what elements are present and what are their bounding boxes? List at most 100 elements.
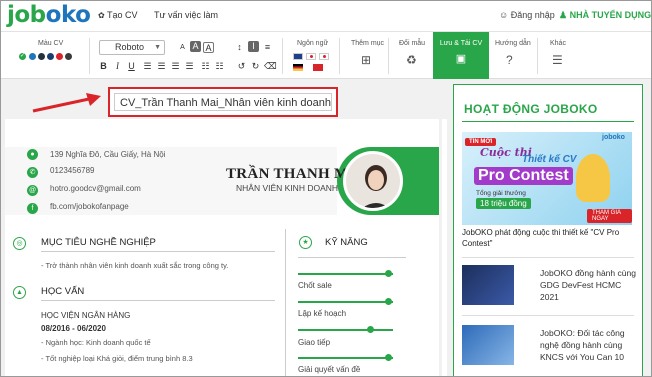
red-arrow-annotation (32, 93, 101, 113)
employer-link[interactable]: ♟ NHÀ TUYỂN DỤNG (559, 10, 651, 21)
objective-title[interactable]: MỤC TIÊU NGHỀ NGHIỆP (41, 237, 156, 248)
contact-facebook[interactable]: fb.com/jobokofanpage (50, 202, 129, 211)
banner-join-button[interactable]: THAM GIA NGAY (587, 209, 632, 223)
new-tag: TIN MỚI (465, 138, 497, 146)
education-major[interactable]: - Ngành học: Kinh doanh quốc tế (41, 338, 151, 347)
flag-korea-icon[interactable] (306, 53, 316, 60)
login-label: Đăng nhập (510, 10, 555, 20)
skills-title[interactable]: KỸ NĂNG (325, 237, 368, 248)
cv-title-input[interactable]: CV_Trần Thanh Mai_Nhân viên kinh doanh (114, 93, 332, 111)
skill-bar (298, 329, 393, 331)
bold-button[interactable]: B (98, 61, 109, 72)
contact-email[interactable]: hotro.goodcv@gmail.com (50, 184, 141, 193)
skill-label[interactable]: Chốt sale (298, 281, 332, 290)
skill-bar (298, 273, 393, 275)
skill-bar (298, 357, 393, 359)
panel-divider (462, 315, 634, 316)
menu-icon[interactable]: ☰ (552, 53, 563, 67)
font-select[interactable]: Roboto ▼ (99, 40, 165, 55)
cv-position[interactable]: NHÂN VIÊN KINH DOANH (236, 183, 338, 193)
align-center-icon[interactable]: ☰ (156, 61, 167, 72)
banner-heading-2: Thiết kế CV (522, 154, 577, 165)
plus-box-icon[interactable]: ⊞ (361, 53, 371, 67)
user-tie-icon: ♟ (559, 10, 568, 20)
skill-label[interactable]: Lập kế hoạch (298, 309, 346, 318)
flag-germany-icon[interactable] (293, 64, 303, 71)
cv-contest-banner[interactable]: TIN MỚI joboko Cuộc thi Thiết kế CV Pro … (462, 132, 632, 225)
news-title[interactable]: JobOKO: Đối tác công nghệ đồng hành cùng… (540, 327, 636, 363)
email-icon: @ (27, 185, 38, 196)
font-size-large-button[interactable]: A (190, 41, 201, 52)
change-template-label: Đổi mẫu (399, 40, 426, 47)
align-right-icon[interactable]: ☰ (170, 61, 181, 72)
align-justify-icon[interactable]: ☰ (184, 61, 195, 72)
flag-uk-icon[interactable] (293, 53, 303, 60)
target-icon: ◎ (13, 237, 26, 250)
color-swatch-red[interactable] (56, 53, 63, 60)
avatar[interactable] (343, 151, 403, 211)
user-icon: ☺ (499, 10, 509, 20)
education-period[interactable]: 08/2016 - 06/2020 (41, 324, 106, 333)
skill-label[interactable]: Giải quyết vấn đề (298, 365, 360, 374)
undo-icon[interactable]: ↺ (236, 61, 247, 72)
objective-text[interactable]: - Trở thành nhân viên kinh doanh xuất sắ… (41, 261, 228, 270)
floppy-disk-icon: ▣ (455, 53, 467, 65)
spacing-icon[interactable]: ≡ (262, 42, 273, 53)
education-title[interactable]: HỌC VẤN (41, 286, 84, 297)
color-swatch-black[interactable] (65, 53, 72, 60)
skill-bar (298, 301, 393, 303)
school-name[interactable]: HỌC VIỆN NGÂN HÀNG (41, 311, 130, 320)
joboko-logo[interactable]: joboko (7, 2, 91, 28)
save-download-button[interactable]: Lưu & Tải CV ▣ (433, 32, 489, 79)
color-label: Màu CV (38, 40, 64, 47)
color-swatch-darkblue[interactable] (47, 53, 54, 60)
login-link[interactable]: ☺ Đăng nhập (499, 10, 555, 20)
nav-career-advice[interactable]: Tư vấn việc làm (154, 10, 218, 20)
star-icon: ★ (299, 236, 312, 249)
line-height-icon[interactable]: ↕ (234, 42, 245, 53)
banner-caption[interactable]: JobOKO phát động cuộc thi thiết kế "CV P… (462, 227, 634, 249)
line-height-button[interactable]: I (248, 41, 259, 52)
panel-divider (462, 257, 634, 258)
text-color-button[interactable]: A (203, 42, 214, 53)
news-thumbnail[interactable] (462, 325, 514, 365)
redo-icon[interactable]: ↻ (250, 61, 261, 72)
color-swatch-green[interactable]: ✓ (19, 53, 26, 60)
education-grade[interactable]: - Tốt nghiệp loại Khá giỏi, điểm trung b… (41, 354, 193, 363)
help-icon[interactable]: ? (506, 53, 513, 67)
ordered-list-icon[interactable]: ☷ (200, 61, 211, 72)
banner-prize-amount: 18 triệu đồng (476, 198, 531, 209)
color-swatch-navy[interactable] (38, 53, 45, 60)
color-swatch-blue[interactable] (29, 53, 36, 60)
align-left-icon[interactable]: ☰ (142, 61, 153, 72)
italic-button[interactable]: I (112, 61, 123, 72)
scrollbar[interactable] (442, 119, 447, 376)
other-label: Khác (550, 40, 566, 47)
news-thumbnail[interactable] (462, 265, 514, 305)
activity-panel: HOẠT ĐỘNG JOBOKO TIN MỚI joboko Cuộc thi… (453, 84, 643, 376)
nav-create-cv[interactable]: ✿ Tạo CV (98, 10, 138, 20)
banner-illustration (576, 154, 610, 202)
skill-label[interactable]: Giao tiếp (298, 338, 330, 347)
panel-title: HOẠT ĐỘNG JOBOKO (464, 102, 598, 116)
underline-button[interactable]: U (126, 61, 137, 72)
flag-japan-icon[interactable] (319, 53, 329, 60)
contact-phone[interactable]: 0123456789 (50, 166, 95, 175)
eraser-icon[interactable]: ⌫ (264, 61, 277, 72)
flag-vietnam-icon[interactable] (313, 64, 323, 71)
location-icon: ● (27, 149, 38, 160)
section-divider (41, 300, 275, 301)
top-navbar: joboko ✿ Tạo CV Tư vấn việc làm ☺ Đăng n… (1, 1, 651, 32)
unordered-list-icon[interactable]: ☷ (214, 61, 225, 72)
recycle-icon[interactable]: ♻ (406, 53, 417, 67)
toolbar-divider (388, 38, 389, 74)
graduation-cap-icon: ▲ (13, 286, 26, 299)
editor-toolbar: Màu CV ✓ Roboto ▼ A A A ↕ I ≡ B I U ☰ ☰ … (1, 32, 651, 79)
add-section-label: Thêm mục (351, 40, 385, 47)
phone-icon: ✆ (27, 167, 38, 178)
news-title[interactable]: JobOKO đồng hành cùng GDG DevFest HCMC 2… (540, 267, 636, 303)
contact-address[interactable]: 139 Nghĩa Đô, Cầu Giấy, Hà Nội (50, 150, 165, 159)
font-size-small-button[interactable]: A (177, 42, 188, 53)
toolbar-divider (339, 38, 340, 74)
section-divider (41, 251, 275, 252)
